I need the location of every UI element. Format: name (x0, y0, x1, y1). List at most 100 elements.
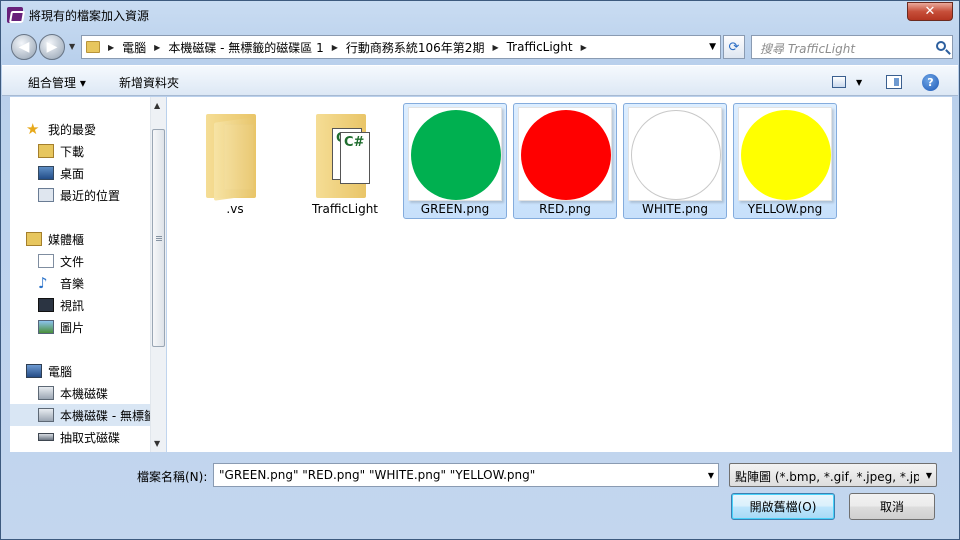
image-thumbnail (518, 107, 612, 201)
open-button[interactable]: 開啟舊檔(O) (731, 493, 835, 520)
view-icon[interactable] (832, 76, 846, 88)
chevron-right-icon: ▶ (331, 42, 338, 52)
filetype-value: 點陣圖 (*.bmp, *.gif, *.jpeg, *.jpg, (735, 470, 919, 484)
sidebar-item-label: 下載 (60, 144, 85, 159)
search-input[interactable]: 搜尋 TrafficLight (751, 35, 953, 59)
window-title: 將現有的檔案加入資源 (29, 9, 150, 23)
file-item-label: RED.png (539, 202, 591, 216)
file-item-vs[interactable]: .vs (183, 103, 287, 219)
recent-places-icon (38, 188, 54, 202)
local-disk-icon (38, 386, 54, 400)
libraries-icon (26, 232, 42, 246)
folder-icon (206, 110, 268, 201)
sidebar-item-label: 本機磁碟 (60, 386, 109, 401)
chevron-down-icon[interactable]: ▼ (856, 78, 862, 87)
scroll-down-icon[interactable]: ▼ (154, 439, 160, 448)
breadcrumb-computer[interactable]: 電腦 (122, 39, 146, 56)
breadcrumb-drive[interactable]: 本機磁碟 - 無標籤的磁碟區 1 (168, 39, 323, 56)
sidebar-item-computer[interactable]: 電腦 (26, 360, 166, 382)
chevron-right-icon: ▶ (154, 42, 161, 52)
recent-pages-dropdown[interactable]: ▼ (69, 42, 75, 51)
navigation-bar: ◀ ▶ ▼ ▶ 電腦 ▶ 本機磁碟 - 無標籤的磁碟區 1 ▶ 行動商務系統10… (9, 33, 953, 61)
file-item-label: GREEN.png (420, 202, 490, 216)
cancel-button[interactable]: 取消 (849, 493, 935, 520)
breadcrumb-project[interactable]: 行動商務系統106年第2期 (346, 39, 485, 56)
file-item-trafficlight[interactable]: C# C# TrafficLight (293, 103, 397, 219)
scrollbar-thumb[interactable] (152, 129, 165, 347)
desktop-icon (38, 166, 54, 180)
white-circle (631, 110, 721, 200)
sidebar-item-favorites[interactable]: ★ 我的最愛 (26, 118, 166, 140)
chevron-down-icon[interactable]: ▼ (708, 471, 714, 480)
documents-icon (38, 254, 54, 268)
breadcrumb-trafficlight[interactable]: TrafficLight (507, 40, 573, 54)
file-item-label: TrafficLight (312, 202, 378, 216)
local-disk-icon (38, 408, 54, 422)
sidebar-item-label: 電腦 (48, 364, 73, 379)
image-thumbnail (738, 107, 832, 201)
sidebar-item-libraries[interactable]: 媒體櫃 (26, 228, 166, 250)
sidebar-item-label: 視訊 (60, 298, 85, 313)
chevron-right-icon: ▶ (580, 42, 587, 52)
filename-input[interactable]: "GREEN.png" "RED.png" "WHITE.png" "YELLO… (213, 463, 719, 487)
red-circle (521, 110, 611, 200)
green-circle (411, 110, 501, 200)
visual-studio-icon (7, 7, 23, 23)
music-icon: ♪ (38, 274, 48, 292)
filetype-select[interactable]: 點陣圖 (*.bmp, *.gif, *.jpeg, *.jpg, ▼ (729, 463, 937, 487)
scroll-up-icon[interactable]: ▲ (154, 101, 160, 110)
chevron-down-icon[interactable]: ▼ (926, 471, 932, 480)
back-button[interactable]: ◀ (11, 34, 37, 60)
filename-value: "GREEN.png" "RED.png" "WHITE.png" "YELLO… (219, 468, 536, 482)
image-thumbnail (408, 107, 502, 201)
image-thumbnail (628, 107, 722, 201)
sidebar-item-label: 音樂 (60, 276, 85, 291)
preview-pane-icon[interactable] (886, 75, 902, 89)
sidebar-item-label: 最近的位置 (60, 188, 121, 203)
sidebar-item-label: 本機磁碟 - 無標籤 (60, 408, 150, 423)
forward-button[interactable]: ▶ (39, 34, 65, 60)
folder-icon (86, 41, 100, 53)
chevron-right-icon: ▶ (108, 42, 115, 52)
title-bar: 將現有的檔案加入資源 ✕ (1, 1, 959, 29)
file-item-green[interactable]: GREEN.png (403, 103, 507, 219)
sidebar-item-label: 抽取式磁碟 (60, 430, 121, 445)
file-item-white[interactable]: WHITE.png (623, 103, 727, 219)
search-icon[interactable] (936, 41, 946, 51)
close-button[interactable]: ✕ (907, 2, 953, 21)
navigation-pane: ★ 我的最愛 下載 桌面 最近的位置 媒體櫃 文件 ♪ 音樂 視訊 圖片 電腦 … (10, 97, 166, 452)
sidebar-item-unlabeled-disk[interactable]: 本機磁碟 - 無標籤 (10, 404, 150, 426)
sidebar-item-label: 我的最愛 (48, 122, 97, 137)
downloads-icon (38, 144, 54, 158)
file-item-label: WHITE.png (642, 202, 708, 216)
sidebar-item-label: 圖片 (60, 320, 85, 335)
file-list: .vs C# C# TrafficLight GREEN.png RED.png… (167, 97, 952, 452)
refresh-button[interactable]: ⟳ (723, 35, 745, 59)
grip-icon (156, 236, 162, 241)
star-icon: ★ (26, 120, 40, 138)
breadcrumb: ▶ 電腦 ▶ 本機磁碟 - 無標籤的磁碟區 1 ▶ 行動商務系統106年第2期 … (100, 39, 595, 56)
chevron-down-icon[interactable]: ▼ (709, 42, 716, 52)
search-placeholder: 搜尋 TrafficLight (760, 42, 856, 56)
new-folder-button[interactable]: 新增資料夾 (119, 74, 179, 91)
help-icon[interactable]: ? (922, 74, 939, 91)
file-item-label: .vs (226, 202, 244, 216)
yellow-circle (741, 110, 831, 200)
videos-icon (38, 298, 54, 312)
command-bar: 組合管理 ▾ 新增資料夾 ▼ ? (2, 65, 958, 96)
file-item-red[interactable]: RED.png (513, 103, 617, 219)
removable-disk-icon (38, 433, 54, 441)
organize-button[interactable]: 組合管理 ▾ (28, 74, 86, 91)
computer-icon (26, 364, 42, 378)
file-item-label: YELLOW.png (747, 202, 823, 216)
pictures-icon (38, 320, 54, 334)
filename-label: 檔案名稱(N): (137, 470, 208, 484)
sidebar-item-label: 桌面 (60, 166, 85, 181)
file-item-yellow[interactable]: YELLOW.png (733, 103, 837, 219)
open-file-dialog: 將現有的檔案加入資源 ✕ ◀ ▶ ▼ ▶ 電腦 ▶ 本機磁碟 - 無標籤的磁碟區… (0, 0, 960, 540)
chevron-right-icon: ▶ (492, 42, 499, 52)
address-bar[interactable]: ▶ 電腦 ▶ 本機磁碟 - 無標籤的磁碟區 1 ▶ 行動商務系統106年第2期 … (81, 35, 721, 59)
navigation-pane-scrollbar[interactable]: ▲ ▼ (150, 97, 166, 452)
sidebar-item-label: 文件 (60, 254, 85, 269)
sidebar-item-label: 媒體櫃 (48, 232, 85, 247)
